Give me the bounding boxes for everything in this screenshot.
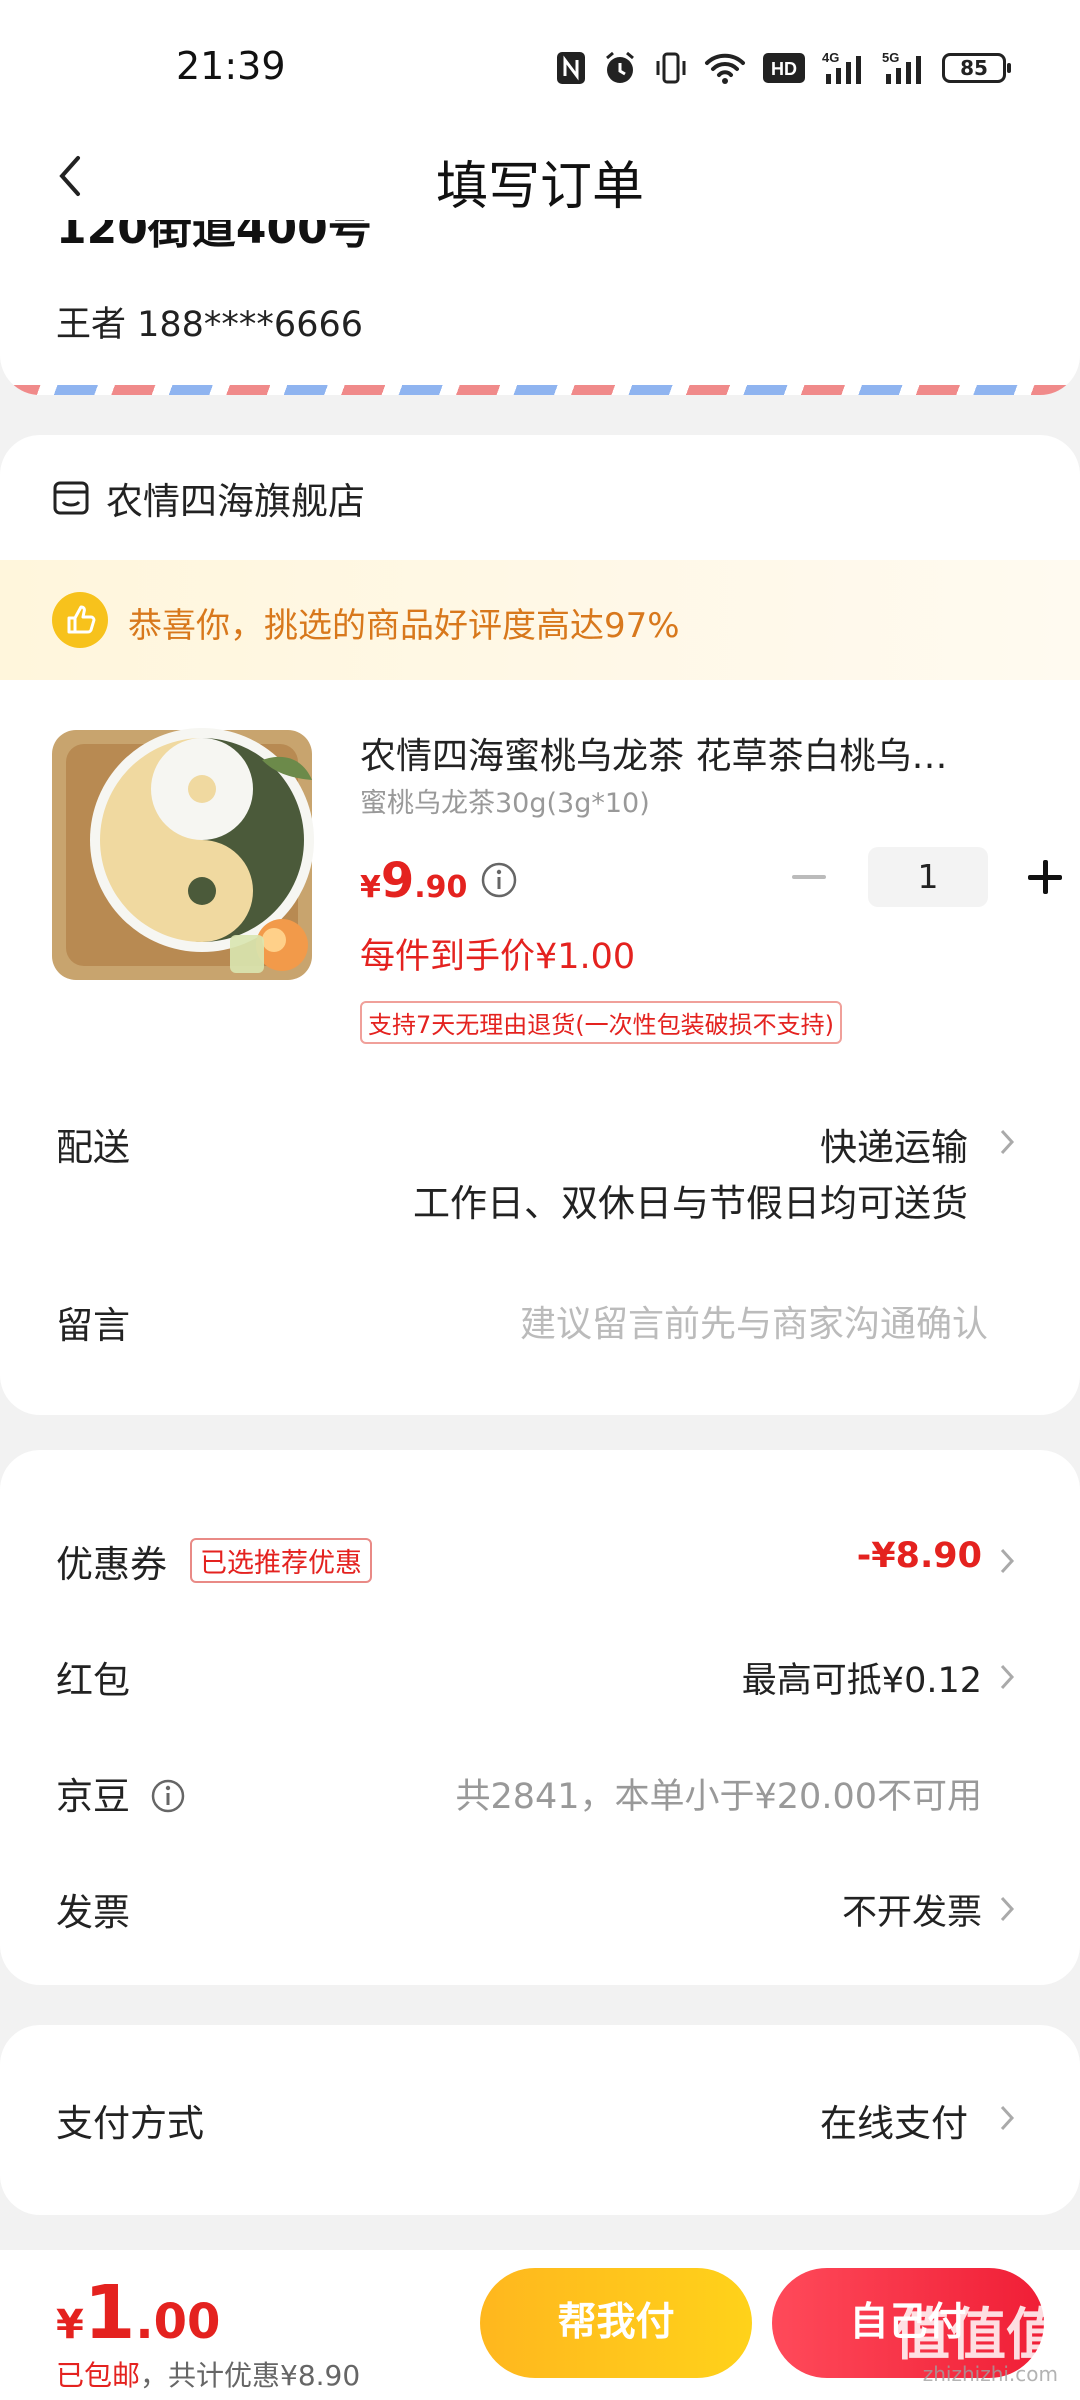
signal-4g-icon: 4G [822,50,866,86]
watermark-sub: zhizhizhi.com [922,2362,1058,2386]
address-card[interactable]: 120街道400号 王者 188****6666 [0,220,1080,395]
quantity-input[interactable]: 1 [868,847,988,907]
product-title[interactable]: 农情四海蜜桃乌龙茶 花草茶白桃乌… [360,727,1010,779]
battery-icon: 85 [942,53,1011,83]
jingdou-info-icon[interactable] [150,1778,186,1814]
total-decimal: .00 [135,2294,221,2350]
chevron-right-icon [1000,1548,1015,1574]
svg-text:4G: 4G [822,50,839,65]
page-title: 填写订单 [435,157,644,217]
contact-name-phone: 王者 188****6666 [56,305,364,345]
total-price: ¥1.00 [56,2270,220,2356]
rating-text: 恭喜你，挑选的商品好评度高达97% [128,606,680,646]
discounts-card: 优惠券 已选推荐优惠 -¥8.90 红包 最高可抵¥0.12 京豆 共2841，… [0,1450,1080,1985]
quantity-stepper: 1 [780,847,1076,907]
decrease-quantity-button[interactable] [780,847,840,907]
checkout-bar: ¥1.00 已包邮，共计优惠¥8.90 帮我付 自己付 值值值 zhizhizh… [0,2250,1080,2400]
redpacket-label: 红包 [56,1659,130,1702]
product-spec[interactable]: 蜜桃乌龙茶30g(3g*10) [360,781,650,820]
message-label: 留言 [56,1304,130,1347]
chevron-right-icon [1000,2105,1015,2131]
invoice-row[interactable]: 发票 不开发票 [0,1868,1080,1948]
jingdou-value: 共2841，本单小于¥20.00不可用 [455,1777,982,1817]
price-integer: 9 [380,853,415,909]
product-price: ¥9.90 [360,853,467,909]
status-time: 21:39 [176,44,286,88]
jingdou-row: 京豆 共2841，本单小于¥20.00不可用 [0,1752,1080,1832]
total-note: 已包邮，共计优惠¥8.90 [56,2354,360,2394]
free-shipping-note: 已包邮 [56,2359,141,2392]
svg-text:HD: HD [771,59,797,79]
wifi-icon [704,51,746,85]
coupon-tag: 已选推荐优惠 [190,1538,372,1583]
nav-header: 填写订单 [0,130,1080,220]
shipping-value[interactable]: 快递运输 [820,1117,968,1171]
unit-price: 每件到手价¥1.00 [360,937,636,977]
total-symbol: ¥ [56,2302,84,2348]
invoice-value: 不开发票 [841,1893,982,1933]
price-info-icon[interactable] [480,861,518,899]
store-card: 农情四海旗舰店 恭喜你，挑选的商品好评度高达97% 农情四海蜜桃乌龙茶 花草茶白… [0,435,1080,1415]
rating-banner: 恭喜你，挑选的商品好评度高达97% [0,560,1080,680]
shop-icon [53,481,89,515]
status-icons: HD 4G 5G 85 [556,46,1011,90]
hd-icon: HD [762,52,806,84]
saving-note: ，共计优惠¥8.90 [140,2359,361,2392]
envelope-stripe [0,385,1080,395]
help-pay-button[interactable]: 帮我付 [480,2268,752,2378]
watermark: 值值值 [894,2303,1062,2368]
chevron-right-icon [1000,1664,1015,1690]
product-image[interactable] [52,720,322,990]
alarm-icon [602,50,638,86]
payment-value: 在线支付 [820,2102,968,2145]
increase-quantity-button[interactable] [1016,847,1076,907]
price-decimal: .90 [414,870,468,905]
thumbs-up-icon [52,592,108,648]
jingdou-label: 京豆 [56,1775,130,1818]
nfc-icon [556,51,586,85]
chevron-right-icon [1000,1896,1015,1922]
chevron-right-icon[interactable] [996,1125,1018,1159]
invoice-label: 发票 [56,1891,130,1934]
address-line: 120街道400号 [56,220,372,254]
price-symbol: ¥ [360,870,381,905]
return-policy-badge: 支持7天无理由退货(一次性包装破损不支持) [360,1001,842,1044]
store-header[interactable]: 农情四海旗舰店 [52,471,365,525]
shipping-sub: 工作日、双休日与节假日均可送货 [413,1182,968,1225]
status-bar: 21:39 HD 4G 5G 85 [0,0,1080,130]
total-integer: 1 [83,2270,136,2356]
vibrate-icon [654,51,688,85]
coupon-label: 优惠券 [56,1543,167,1586]
coupon-value: -¥8.90 [856,1536,982,1576]
shipping-label: 配送 [56,1126,130,1169]
redpacket-row[interactable]: 红包 最高可抵¥0.12 [0,1636,1080,1716]
svg-text:5G: 5G [882,50,899,65]
payment-label: 支付方式 [56,2102,204,2145]
message-input[interactable]: 建议留言前先与商家沟通确认 [520,1295,988,1347]
redpacket-value: 最高可抵¥0.12 [741,1661,982,1701]
payment-card[interactable]: 支付方式 在线支付 [0,2025,1080,2215]
signal-5g-icon: 5G [882,50,926,86]
store-name: 农情四海旗舰店 [106,480,365,523]
coupon-row[interactable]: 优惠券 已选推荐优惠 -¥8.90 [0,1520,1080,1600]
